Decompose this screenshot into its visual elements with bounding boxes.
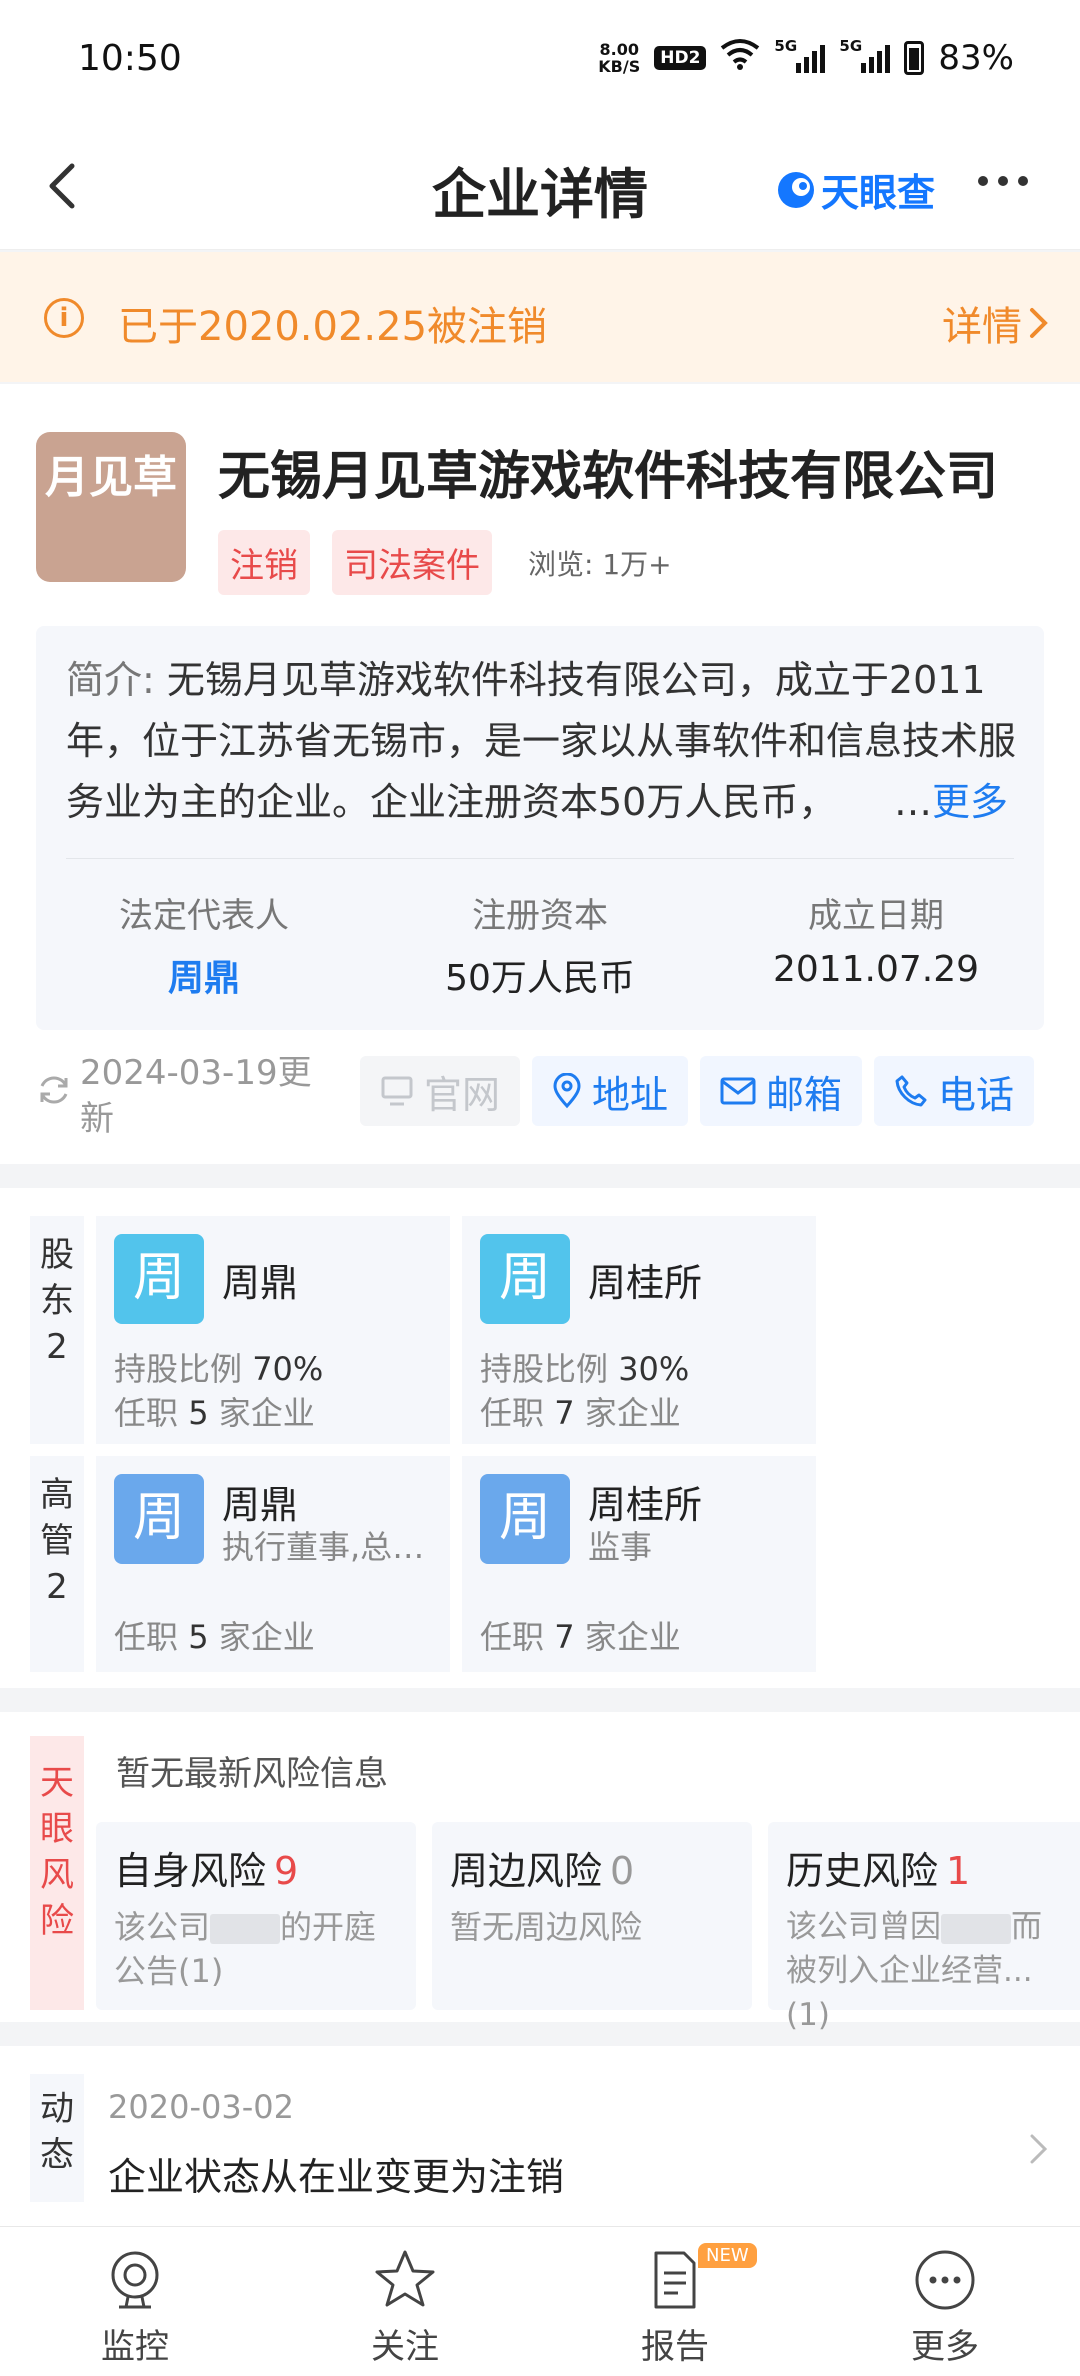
company-name: 无锡月见草游戏软件科技有限公司 xyxy=(218,447,999,507)
phone-button[interactable]: 电话 xyxy=(874,1056,1035,1126)
executives-label[interactable]: 高管2 xyxy=(30,1456,84,1672)
risk-desc: 该公司 的开庭公告(1) xyxy=(114,1908,377,1990)
person-name: 周桂所 xyxy=(588,1261,703,1305)
brand-eye-icon xyxy=(778,171,814,208)
history-risk-card[interactable]: 历史风险 1 该公司曾因 而被列入企业经营...(1) xyxy=(768,1822,1080,2033)
person-name: 周鼎 xyxy=(222,1483,299,1527)
signal-icon-2: 5G xyxy=(839,37,891,73)
share-ratio: 持股比例 30% xyxy=(480,1350,690,1388)
notice-text: 已于2020.02.25被注销 xyxy=(118,304,548,350)
risk-section: 天眼风险 暂无最新风险信息 自身风险 9 该公司 的开庭公告(1) 周边风险 0 暂无… xyxy=(0,1712,1080,2033)
redacted-text xyxy=(941,1913,1011,1944)
company-stats: 法定代表人 周鼎 注册资本 50万人民币 成立日期 2011.07.29 xyxy=(36,888,1044,1001)
person-name: 周鼎 xyxy=(222,1261,299,1305)
avatar: 周 xyxy=(114,1234,204,1324)
more-icon xyxy=(915,2250,975,2310)
risk-label[interactable]: 天眼风险 xyxy=(30,1736,84,2010)
stat-founded-date: 成立日期 2011.07.29 xyxy=(772,896,980,990)
signal-icon: 5G xyxy=(774,37,826,73)
refresh-icon[interactable] xyxy=(36,1072,72,1108)
own-risk-card[interactable]: 自身风险 9 该公司 的开庭公告(1) xyxy=(96,1822,416,2010)
notice-detail-link[interactable]: 详情 xyxy=(942,294,1050,352)
job-count: 任职 7 家企业 xyxy=(480,1618,681,1656)
dynamics-label: 动态 xyxy=(30,2074,84,2202)
info-icon: i xyxy=(44,298,84,338)
executive-card[interactable]: 周 周桂所 监事 任职 7 家企业 xyxy=(462,1456,816,1672)
update-row: 2024-03-19更新 官网 地址 邮箱 电话 xyxy=(36,1048,1044,1139)
avatar: 周 xyxy=(480,1234,570,1324)
hd-icon: HD2 xyxy=(654,46,707,70)
star-icon xyxy=(375,2250,435,2307)
status-indicators: 8.00 KB/S HD2 5G 5G 83% xyxy=(598,37,1014,78)
phone-icon xyxy=(895,1075,927,1107)
battery-level: 83% xyxy=(938,38,1014,78)
update-time: 2024-03-19更新 xyxy=(80,1053,312,1139)
dynamics-section[interactable]: 动态 2020-03-02 企业状态从在业变更为注销 xyxy=(0,2046,1080,2226)
surrounding-risk-card[interactable]: 周边风险 0 暂无周边风险 xyxy=(432,1822,752,2010)
view-count: 浏览: 1万+ xyxy=(528,547,672,581)
tab-follow[interactable]: 关注 xyxy=(270,2227,540,2376)
tab-more[interactable]: 更多 xyxy=(810,2227,1080,2376)
person-role: 执行董事,总经理 xyxy=(222,1528,437,1566)
status-time: 10:50 xyxy=(78,38,182,79)
contact-buttons: 官网 地址 邮箱 电话 xyxy=(360,1056,1035,1126)
people-section: 股东2 周 周鼎 持股比例 70% 任职 5 家企业 周 周桂所 持股比例 30… xyxy=(0,1188,1080,1688)
brand-logo: 天眼查 xyxy=(775,162,935,217)
redacted-text xyxy=(210,1914,281,1944)
share-ratio: 持股比例 70% xyxy=(114,1350,324,1388)
chevron-right-icon xyxy=(1030,2134,1048,2164)
wifi-icon xyxy=(720,38,760,78)
tab-report[interactable]: NEW 报告 xyxy=(540,2227,810,2376)
avatar: 周 xyxy=(480,1474,570,1564)
new-badge: NEW xyxy=(698,2243,757,2268)
location-pin-icon xyxy=(553,1073,581,1109)
job-count: 任职 5 家企业 xyxy=(114,1394,315,1432)
status-bar: 10:50 8.00 KB/S HD2 5G 5G 83% xyxy=(0,0,1080,120)
shareholder-card[interactable]: 周 周鼎 持股比例 70% 任职 5 家企业 xyxy=(96,1216,450,1444)
risk-desc: 暂无周边风险 xyxy=(450,1908,643,1946)
tag-judicial[interactable]: 司法案件 xyxy=(332,530,492,595)
risk-desc: 该公司曾因 而被列入企业经营...(1) xyxy=(786,1909,1042,2033)
person-name: 周桂所 xyxy=(588,1483,703,1527)
intro-more-link[interactable]: …更多 xyxy=(889,772,1008,833)
dynamics-date: 2020-03-02 xyxy=(108,2088,294,2126)
website-button[interactable]: 官网 xyxy=(360,1056,521,1126)
job-count: 任职 5 家企业 xyxy=(114,1618,315,1656)
shareholder-card[interactable]: 周 周桂所 持股比例 30% 任职 7 家企业 xyxy=(462,1216,816,1444)
tab-monitor[interactable]: 监控 xyxy=(0,2227,270,2376)
computer-icon xyxy=(381,1076,413,1106)
email-button[interactable]: 邮箱 xyxy=(700,1056,863,1126)
company-card: 月见草 无锡月见草游戏软件科技有限公司 注销 司法案件 浏览: 1万+ 简介: … xyxy=(0,384,1080,1164)
stat-legal-rep[interactable]: 法定代表人 周鼎 xyxy=(36,888,372,1001)
executive-card[interactable]: 周 周鼎 执行董事,总经理 任职 5 家企业 xyxy=(96,1456,450,1672)
monitor-icon xyxy=(111,2251,159,2309)
more-options-icon[interactable] xyxy=(978,176,1028,186)
address-button[interactable]: 地址 xyxy=(532,1056,689,1126)
tag-status[interactable]: 注销 xyxy=(218,530,310,595)
chevron-right-icon xyxy=(1030,308,1048,338)
job-count: 任职 7 家企业 xyxy=(480,1394,681,1432)
avatar: 周 xyxy=(114,1474,204,1564)
company-logo: 月见草 xyxy=(36,432,186,582)
person-role: 监事 xyxy=(588,1528,653,1566)
brand-name: 天眼查 xyxy=(821,171,936,215)
stat-registered-capital: 注册资本 50万人民币 xyxy=(445,896,635,999)
company-intro: 简介: 无锡月见草游戏软件科技有限公司，成立于2011年，位于江苏省无锡市，是一… xyxy=(66,658,1016,824)
dynamics-text: 企业状态从在业变更为注销 xyxy=(108,2155,565,2199)
divider xyxy=(66,858,1014,859)
shareholders-label[interactable]: 股东2 xyxy=(30,1216,84,1444)
bottom-tab-bar: 监控 关注 NEW 报告 更多 xyxy=(0,2226,1080,2376)
company-tags: 注销 司法案件 浏览: 1万+ xyxy=(218,530,672,595)
intro-box: 简介: 无锡月见草游戏软件科技有限公司，成立于2011年，位于江苏省无锡市，是一… xyxy=(36,626,1044,1030)
nav-bar: 企业详情 天眼查 xyxy=(0,120,1080,250)
mail-icon xyxy=(720,1077,756,1105)
net-speed: 8.00 KB/S xyxy=(598,40,641,76)
risk-head: 暂无最新风险信息 xyxy=(116,1754,388,1794)
battery-icon xyxy=(904,41,925,75)
deregistration-notice[interactable]: i 已于2020.02.25被注销 详情 xyxy=(0,252,1080,382)
